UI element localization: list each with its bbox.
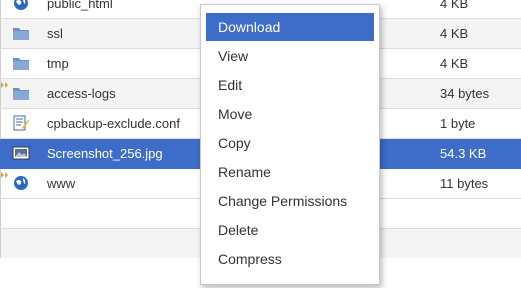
context-menu: Download View Edit Move Copy Rename Chan… [200,4,380,285]
file-size: 1 byte [440,116,476,131]
menu-item-label: Copy [218,135,251,151]
file-name: www [47,176,76,191]
file-name: Screenshot_256.jpg [47,146,163,161]
menu-item-label: Change Permissions [218,193,348,209]
image-file-icon [12,146,30,160]
menu-item-change-permissions[interactable]: Change Permissions [206,187,374,215]
column-divider [0,229,1,258]
file-name: cpbackup-exclude.conf [47,116,180,131]
menu-item-label: Move [218,106,253,122]
menu-item-view[interactable]: View [206,42,374,70]
menu-item-copy[interactable]: Copy [206,129,374,157]
file-size: 4 KB [440,0,469,11]
file-name: public_html [47,0,113,11]
menu-item-move[interactable]: Move [206,100,374,128]
column-divider [0,109,1,138]
menu-item-delete[interactable]: Delete [206,216,374,244]
column-divider [0,49,1,78]
menu-item-label: Compress [218,251,282,267]
menu-item-rename[interactable]: Rename [206,158,374,186]
folder-icon [13,28,29,40]
folder-icon [13,88,29,100]
globe-icon [14,0,28,10]
menu-item-download[interactable]: Download [206,13,374,41]
menu-item-label: Download [218,19,281,35]
file-size: 11 bytes [440,176,489,191]
menu-item-label: Rename [218,164,271,180]
column-divider [0,19,1,48]
menu-item-label: View [218,48,249,64]
symlink-arrow-icon [1,172,8,178]
file-size: 34 bytes [440,86,490,101]
folder-icon [13,58,29,70]
file-name: access-logs [47,86,116,101]
menu-item-label: Edit [218,77,243,93]
file-name: ssl [47,26,63,41]
menu-item-label: Delete [218,222,259,238]
file-size: 4 KB [440,56,469,71]
column-divider [0,199,1,228]
file-size: 4 KB [440,26,469,41]
menu-item-edit[interactable]: Edit [206,71,374,99]
globe-icon [14,176,28,190]
text-file-icon [13,115,29,131]
column-divider [0,0,1,18]
menu-item-compress[interactable]: Compress [206,245,374,273]
file-size: 54.3 KB [440,146,487,161]
symlink-arrow-icon [1,82,8,88]
file-name: tmp [47,56,69,71]
